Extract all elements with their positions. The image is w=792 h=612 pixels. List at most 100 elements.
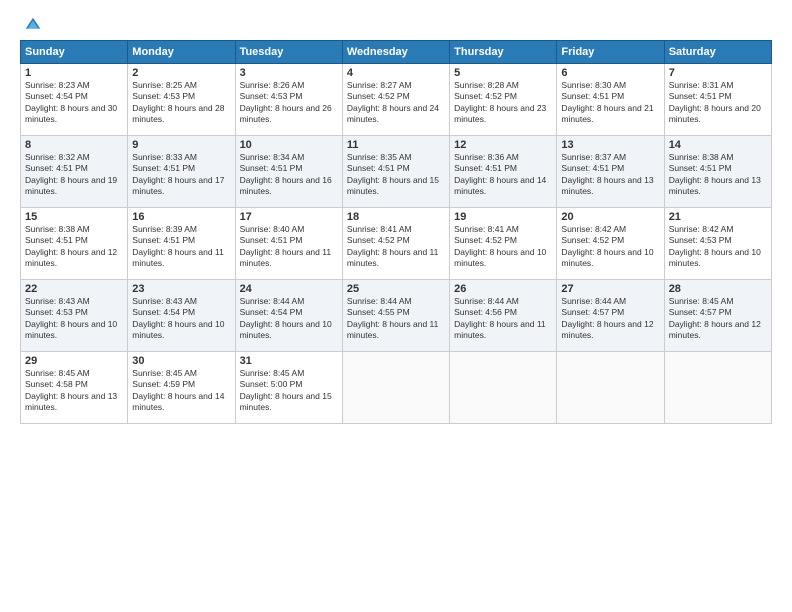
calendar-table: SundayMondayTuesdayWednesdayThursdayFrid… — [20, 40, 772, 424]
calendar-cell: 30 Sunrise: 8:45 AMSunset: 4:59 PMDaylig… — [128, 352, 235, 424]
page: SundayMondayTuesdayWednesdayThursdayFrid… — [0, 0, 792, 612]
day-number: 9 — [132, 139, 230, 151]
day-info: Sunrise: 8:45 AMSunset: 4:58 PMDaylight:… — [25, 368, 117, 412]
weekday-header: Wednesday — [342, 41, 449, 64]
day-info: Sunrise: 8:25 AMSunset: 4:53 PMDaylight:… — [132, 80, 224, 124]
day-number: 13 — [561, 139, 659, 151]
day-number: 18 — [347, 211, 445, 223]
calendar-cell: 12 Sunrise: 8:36 AMSunset: 4:51 PMDaylig… — [450, 136, 557, 208]
day-number: 15 — [25, 211, 123, 223]
day-info: Sunrise: 8:37 AMSunset: 4:51 PMDaylight:… — [561, 152, 653, 196]
day-number: 10 — [240, 139, 338, 151]
day-info: Sunrise: 8:36 AMSunset: 4:51 PMDaylight:… — [454, 152, 546, 196]
day-info: Sunrise: 8:41 AMSunset: 4:52 PMDaylight:… — [347, 224, 439, 268]
calendar-row: 8 Sunrise: 8:32 AMSunset: 4:51 PMDayligh… — [21, 136, 772, 208]
day-number: 26 — [454, 283, 552, 295]
calendar-cell: 16 Sunrise: 8:39 AMSunset: 4:51 PMDaylig… — [128, 208, 235, 280]
day-info: Sunrise: 8:42 AMSunset: 4:53 PMDaylight:… — [669, 224, 761, 268]
calendar-cell — [557, 352, 664, 424]
day-info: Sunrise: 8:38 AMSunset: 4:51 PMDaylight:… — [25, 224, 117, 268]
calendar-cell: 15 Sunrise: 8:38 AMSunset: 4:51 PMDaylig… — [21, 208, 128, 280]
header — [20, 16, 772, 30]
weekday-header: Tuesday — [235, 41, 342, 64]
day-number: 6 — [561, 67, 659, 79]
day-number: 30 — [132, 355, 230, 367]
calendar-cell: 14 Sunrise: 8:38 AMSunset: 4:51 PMDaylig… — [664, 136, 771, 208]
calendar-cell: 27 Sunrise: 8:44 AMSunset: 4:57 PMDaylig… — [557, 280, 664, 352]
calendar-cell: 13 Sunrise: 8:37 AMSunset: 4:51 PMDaylig… — [557, 136, 664, 208]
calendar-cell: 3 Sunrise: 8:26 AMSunset: 4:53 PMDayligh… — [235, 64, 342, 136]
weekday-header: Sunday — [21, 41, 128, 64]
calendar-cell: 31 Sunrise: 8:45 AMSunset: 5:00 PMDaylig… — [235, 352, 342, 424]
calendar-cell: 24 Sunrise: 8:44 AMSunset: 4:54 PMDaylig… — [235, 280, 342, 352]
day-number: 29 — [25, 355, 123, 367]
day-number: 31 — [240, 355, 338, 367]
day-number: 17 — [240, 211, 338, 223]
calendar-row: 22 Sunrise: 8:43 AMSunset: 4:53 PMDaylig… — [21, 280, 772, 352]
calendar-cell: 17 Sunrise: 8:40 AMSunset: 4:51 PMDaylig… — [235, 208, 342, 280]
calendar-cell: 19 Sunrise: 8:41 AMSunset: 4:52 PMDaylig… — [450, 208, 557, 280]
day-info: Sunrise: 8:44 AMSunset: 4:57 PMDaylight:… — [561, 296, 653, 340]
day-info: Sunrise: 8:39 AMSunset: 4:51 PMDaylight:… — [132, 224, 224, 268]
calendar-cell: 21 Sunrise: 8:42 AMSunset: 4:53 PMDaylig… — [664, 208, 771, 280]
day-info: Sunrise: 8:23 AMSunset: 4:54 PMDaylight:… — [25, 80, 117, 124]
day-number: 5 — [454, 67, 552, 79]
day-number: 22 — [25, 283, 123, 295]
day-info: Sunrise: 8:26 AMSunset: 4:53 PMDaylight:… — [240, 80, 332, 124]
calendar-cell: 22 Sunrise: 8:43 AMSunset: 4:53 PMDaylig… — [21, 280, 128, 352]
day-info: Sunrise: 8:44 AMSunset: 4:55 PMDaylight:… — [347, 296, 439, 340]
day-info: Sunrise: 8:42 AMSunset: 4:52 PMDaylight:… — [561, 224, 653, 268]
weekday-header: Friday — [557, 41, 664, 64]
day-number: 28 — [669, 283, 767, 295]
day-number: 2 — [132, 67, 230, 79]
day-info: Sunrise: 8:45 AMSunset: 4:59 PMDaylight:… — [132, 368, 224, 412]
day-number: 12 — [454, 139, 552, 151]
day-info: Sunrise: 8:43 AMSunset: 4:53 PMDaylight:… — [25, 296, 117, 340]
day-number: 4 — [347, 67, 445, 79]
calendar-cell: 2 Sunrise: 8:25 AMSunset: 4:53 PMDayligh… — [128, 64, 235, 136]
calendar-cell: 18 Sunrise: 8:41 AMSunset: 4:52 PMDaylig… — [342, 208, 449, 280]
calendar-cell: 11 Sunrise: 8:35 AMSunset: 4:51 PMDaylig… — [342, 136, 449, 208]
calendar-cell — [342, 352, 449, 424]
calendar-header-row: SundayMondayTuesdayWednesdayThursdayFrid… — [21, 41, 772, 64]
day-info: Sunrise: 8:28 AMSunset: 4:52 PMDaylight:… — [454, 80, 546, 124]
day-number: 8 — [25, 139, 123, 151]
day-info: Sunrise: 8:35 AMSunset: 4:51 PMDaylight:… — [347, 152, 439, 196]
day-number: 24 — [240, 283, 338, 295]
day-number: 3 — [240, 67, 338, 79]
weekday-header: Monday — [128, 41, 235, 64]
calendar-row: 15 Sunrise: 8:38 AMSunset: 4:51 PMDaylig… — [21, 208, 772, 280]
day-number: 19 — [454, 211, 552, 223]
day-info: Sunrise: 8:44 AMSunset: 4:56 PMDaylight:… — [454, 296, 546, 340]
weekday-header: Saturday — [664, 41, 771, 64]
calendar-cell: 9 Sunrise: 8:33 AMSunset: 4:51 PMDayligh… — [128, 136, 235, 208]
calendar-cell: 25 Sunrise: 8:44 AMSunset: 4:55 PMDaylig… — [342, 280, 449, 352]
day-number: 25 — [347, 283, 445, 295]
day-info: Sunrise: 8:34 AMSunset: 4:51 PMDaylight:… — [240, 152, 332, 196]
weekday-header: Thursday — [450, 41, 557, 64]
logo — [20, 16, 42, 30]
calendar-cell: 4 Sunrise: 8:27 AMSunset: 4:52 PMDayligh… — [342, 64, 449, 136]
logo-icon — [24, 16, 42, 34]
day-number: 23 — [132, 283, 230, 295]
calendar-cell: 10 Sunrise: 8:34 AMSunset: 4:51 PMDaylig… — [235, 136, 342, 208]
calendar-cell — [450, 352, 557, 424]
day-info: Sunrise: 8:30 AMSunset: 4:51 PMDaylight:… — [561, 80, 653, 124]
calendar-cell: 20 Sunrise: 8:42 AMSunset: 4:52 PMDaylig… — [557, 208, 664, 280]
day-number: 1 — [25, 67, 123, 79]
day-info: Sunrise: 8:41 AMSunset: 4:52 PMDaylight:… — [454, 224, 546, 268]
day-number: 7 — [669, 67, 767, 79]
day-info: Sunrise: 8:31 AMSunset: 4:51 PMDaylight:… — [669, 80, 761, 124]
day-info: Sunrise: 8:43 AMSunset: 4:54 PMDaylight:… — [132, 296, 224, 340]
day-info: Sunrise: 8:32 AMSunset: 4:51 PMDaylight:… — [25, 152, 117, 196]
day-number: 27 — [561, 283, 659, 295]
calendar-cell: 23 Sunrise: 8:43 AMSunset: 4:54 PMDaylig… — [128, 280, 235, 352]
calendar-cell: 7 Sunrise: 8:31 AMSunset: 4:51 PMDayligh… — [664, 64, 771, 136]
day-info: Sunrise: 8:33 AMSunset: 4:51 PMDaylight:… — [132, 152, 224, 196]
day-info: Sunrise: 8:44 AMSunset: 4:54 PMDaylight:… — [240, 296, 332, 340]
calendar-cell: 1 Sunrise: 8:23 AMSunset: 4:54 PMDayligh… — [21, 64, 128, 136]
calendar-cell: 28 Sunrise: 8:45 AMSunset: 4:57 PMDaylig… — [664, 280, 771, 352]
calendar-cell: 5 Sunrise: 8:28 AMSunset: 4:52 PMDayligh… — [450, 64, 557, 136]
day-number: 20 — [561, 211, 659, 223]
calendar-cell: 6 Sunrise: 8:30 AMSunset: 4:51 PMDayligh… — [557, 64, 664, 136]
